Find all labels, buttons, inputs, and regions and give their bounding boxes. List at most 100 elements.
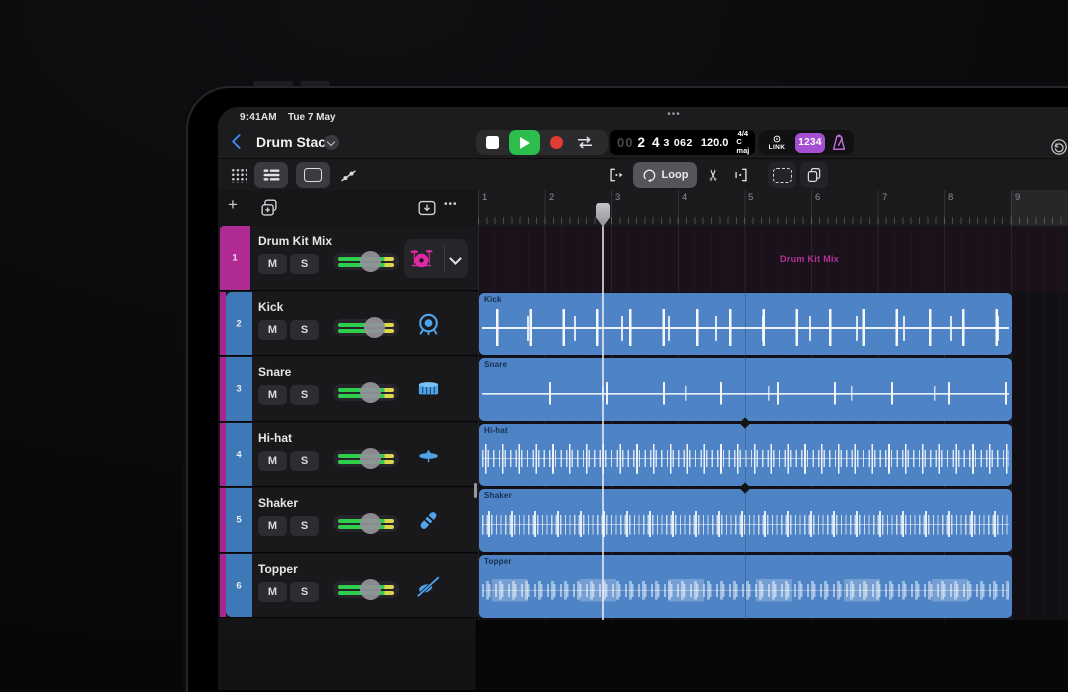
loop-icon xyxy=(643,169,655,182)
solo-button[interactable]: S xyxy=(290,320,319,340)
regions-tool-button[interactable] xyxy=(296,162,330,188)
lane-kick: Kick xyxy=(478,292,1068,357)
add-track-button[interactable]: + xyxy=(228,195,238,215)
lcd-tempo: 120.0 xyxy=(700,136,729,149)
fader-knob[interactable] xyxy=(364,317,385,338)
lcd-ghost-digits: 00 xyxy=(617,135,634,150)
metronome-button[interactable] xyxy=(829,133,849,152)
track-header-topper[interactable]: 6 Topper M S xyxy=(218,554,478,618)
ipad-device: 9:41AM Tue 7 May ••• Drum Stack 00 2 4 3… xyxy=(186,81,1068,692)
waveform-shaker xyxy=(482,500,1009,549)
region-shaker[interactable]: Shaker xyxy=(479,489,1012,552)
browser-button[interactable] xyxy=(224,162,252,188)
fader-knob[interactable] xyxy=(360,251,381,272)
volume-fader[interactable] xyxy=(333,579,399,600)
play-button[interactable] xyxy=(509,130,540,155)
lane-topper: Topper xyxy=(478,554,1068,620)
bar-number: 8 xyxy=(948,192,954,203)
link-button[interactable]: LINK xyxy=(763,131,791,154)
volume-fader[interactable] xyxy=(333,513,399,534)
track-header-snare[interactable]: 3 Snare M S xyxy=(218,357,478,422)
trim-end-tool-button[interactable] xyxy=(727,162,755,188)
track-color-tab[interactable]: 2 xyxy=(226,292,252,355)
status-bar: 9:41AM Tue 7 May ••• xyxy=(218,107,1068,127)
tracks-view-button[interactable] xyxy=(254,162,288,188)
project-title[interactable]: Drum Stack xyxy=(256,134,334,150)
volume-fader[interactable] xyxy=(333,317,399,338)
back-chevron-icon[interactable] xyxy=(231,133,248,150)
mute-button[interactable]: M xyxy=(258,582,287,602)
track-header-hi-hat[interactable]: 4 Hi-hat M S xyxy=(218,423,478,487)
loop-tool-button[interactable]: Loop xyxy=(633,162,697,188)
fader-knob[interactable] xyxy=(360,448,381,469)
track-name: Hi-hat xyxy=(258,431,292,445)
undo-icon xyxy=(1051,139,1067,155)
solo-button[interactable]: S xyxy=(290,451,319,471)
volume-fader[interactable] xyxy=(333,382,399,403)
trim-start-icon xyxy=(610,168,623,182)
count-in-button[interactable]: 1234 xyxy=(795,132,825,153)
fader-knob[interactable] xyxy=(360,579,381,600)
track-header-drum-kit-mix[interactable]: 1 Drum Kit Mix M S xyxy=(218,226,478,291)
region-kick[interactable]: Kick xyxy=(479,293,1012,355)
duplicate-plus-icon xyxy=(261,199,277,216)
transport-controls xyxy=(476,130,608,155)
solo-button[interactable]: S xyxy=(290,254,319,274)
multitasking-dots-icon[interactable]: ••• xyxy=(658,109,690,120)
region-hi-hat[interactable]: Hi-hat xyxy=(479,424,1012,486)
undo-button[interactable] xyxy=(1050,138,1068,156)
waveform-topper xyxy=(482,566,1009,615)
volume-fader[interactable] xyxy=(333,448,399,469)
track-color-tab[interactable]: 5 xyxy=(226,488,252,552)
track-header-shaker[interactable]: 5 Shaker M S xyxy=(218,488,478,553)
copy-tool-button[interactable] xyxy=(800,162,828,188)
solo-button[interactable]: S xyxy=(290,385,319,405)
bar-number: 3 xyxy=(615,192,621,203)
track-color-tab[interactable]: 6 xyxy=(226,554,252,617)
lane-drum-kit-mix[interactable]: Drum Kit Mix xyxy=(478,226,1068,292)
stop-button[interactable] xyxy=(486,136,499,149)
solo-button[interactable]: S xyxy=(290,582,319,602)
record-button[interactable] xyxy=(550,136,563,149)
mute-button[interactable]: M xyxy=(258,385,287,405)
solo-button[interactable]: S xyxy=(290,516,319,536)
track-header-kick[interactable]: 2 Kick M S xyxy=(218,292,478,356)
mute-button[interactable]: M xyxy=(258,451,287,471)
region-topper[interactable]: Topper xyxy=(479,555,1012,618)
track-name: Snare xyxy=(258,365,292,379)
mute-button[interactable]: M xyxy=(258,516,287,536)
track-color-tab[interactable]: 3 xyxy=(226,357,252,421)
duplicate-track-button[interactable] xyxy=(258,197,280,219)
logic-pro-screen: 9:41AM Tue 7 May ••• Drum Stack 00 2 4 3… xyxy=(218,107,1068,690)
title-dropdown-button[interactable] xyxy=(324,135,339,150)
box-arrow-down-icon xyxy=(418,200,436,216)
marquee-tool-button[interactable] xyxy=(768,162,796,188)
mute-button[interactable]: M xyxy=(258,254,287,274)
link-label: LINK xyxy=(768,143,786,151)
bar-number: 2 xyxy=(549,192,555,203)
track-number: 1 xyxy=(232,252,238,264)
stack-collapse-chevron-icon[interactable] xyxy=(449,252,462,265)
bar-ruler[interactable]: 1 2 3 4 5 6 7 8 9 xyxy=(478,190,1068,226)
status-time: 9:41AM xyxy=(240,112,277,123)
cycle-button[interactable] xyxy=(574,133,596,152)
track-color-tab[interactable]: 1 xyxy=(220,226,250,290)
track-icon-chip[interactable] xyxy=(404,239,468,278)
track-color-tab[interactable]: 4 xyxy=(226,423,252,486)
fader-knob[interactable] xyxy=(360,513,381,534)
region-snare[interactable]: Snare xyxy=(479,358,1012,421)
trim-start-tool-button[interactable] xyxy=(603,162,629,188)
fader-knob[interactable] xyxy=(360,382,381,403)
panel-resize-handle[interactable] xyxy=(474,483,477,498)
bar-number: 4 xyxy=(682,192,688,203)
lcd-display[interactable]: 00 2 4 3 062 120.0 4/4 C maj xyxy=(610,129,755,155)
mute-button[interactable]: M xyxy=(258,320,287,340)
automation-button[interactable] xyxy=(332,162,364,188)
more-options-button[interactable]: ••• xyxy=(444,199,458,210)
split-tool-button[interactable]: ✂ xyxy=(700,162,726,188)
lcd-beat: 4 xyxy=(651,135,660,150)
import-track-button[interactable] xyxy=(416,197,438,219)
title-bar: Drum Stack 00 2 4 3 062 120.0 4/4 C maj … xyxy=(218,127,1068,158)
track-name: Topper xyxy=(258,562,298,576)
volume-fader[interactable] xyxy=(333,251,399,272)
